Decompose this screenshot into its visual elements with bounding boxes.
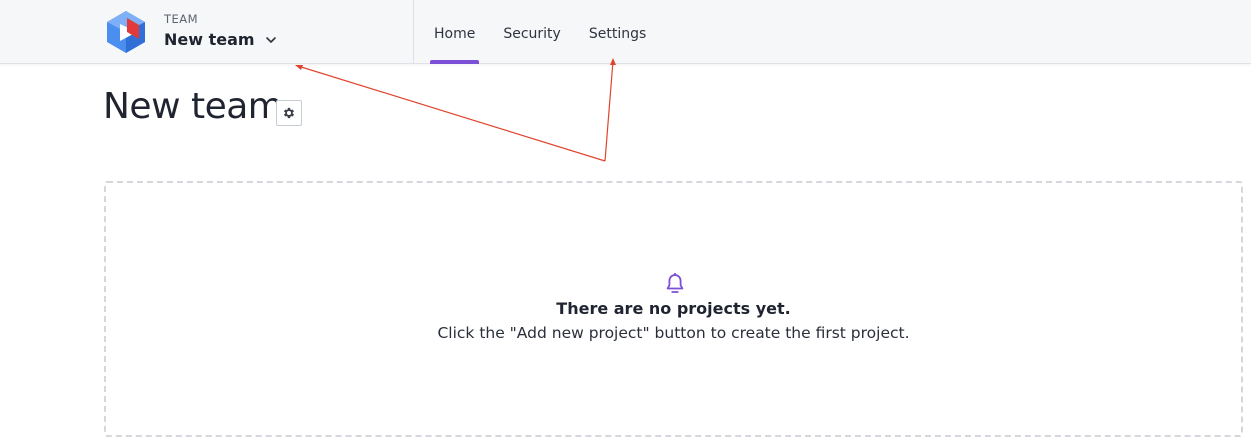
- team-kicker-label: TEAM: [164, 12, 199, 26]
- arrow-to-team-switcher: [297, 65, 606, 162]
- bell-icon: [666, 273, 684, 293]
- logo-icon: [107, 11, 145, 53]
- arrowhead-team-switcher: [295, 65, 303, 70]
- team-switcher[interactable]: TEAM New team: [164, 12, 277, 52]
- page-title: New team: [103, 86, 283, 127]
- projects-empty-state: There are no projects yet. Click the "Ad…: [104, 181, 1243, 437]
- team-name-row[interactable]: New team: [164, 28, 277, 52]
- gear-icon: [283, 107, 295, 119]
- main-tabs: Home Security Settings: [430, 0, 670, 64]
- team-settings-button[interactable]: [276, 100, 302, 126]
- header-divider: [413, 0, 414, 64]
- empty-state-description: Click the "Add new project" button to cr…: [437, 324, 910, 342]
- team-name: New team: [164, 30, 255, 49]
- tab-home[interactable]: Home: [430, 0, 480, 64]
- top-navigation-bar: TEAM New team Home Security Settings: [0, 0, 1251, 64]
- chevron-down-icon[interactable]: [265, 34, 277, 46]
- empty-state-title: There are no projects yet.: [556, 299, 791, 318]
- tab-settings[interactable]: Settings: [585, 0, 650, 64]
- tab-security[interactable]: Security: [499, 0, 565, 64]
- arrow-to-settings-tab: [604, 60, 614, 162]
